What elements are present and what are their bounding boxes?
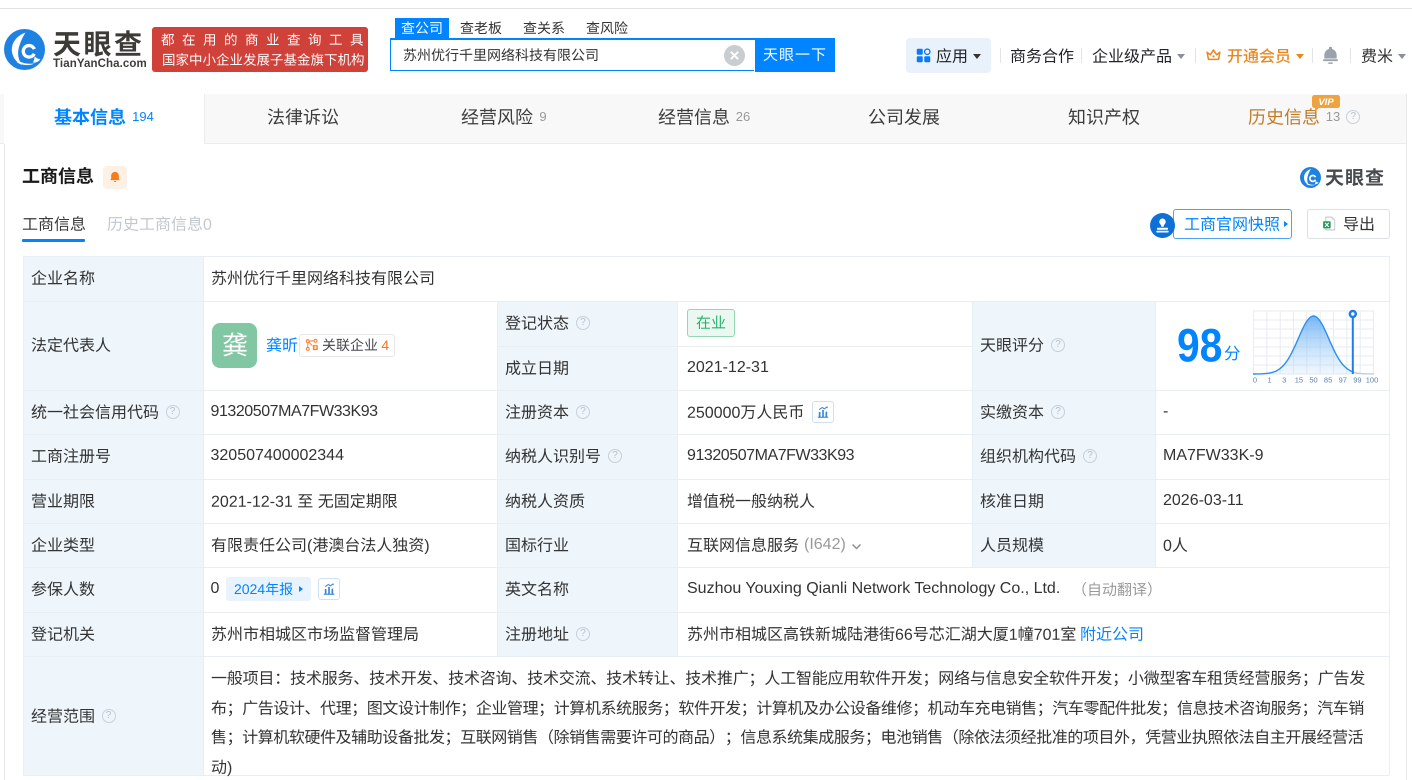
svg-text:1: 1	[1268, 376, 1272, 385]
svg-text:VIP: VIP	[1318, 97, 1334, 108]
svg-text:97: 97	[1339, 376, 1347, 385]
svg-text:0: 0	[1253, 376, 1257, 385]
svg-text:85: 85	[1324, 376, 1332, 385]
svg-text:100: 100	[1366, 376, 1379, 385]
svg-text:3: 3	[1282, 376, 1286, 385]
svg-text:99: 99	[1353, 376, 1361, 385]
svg-text:50: 50	[1309, 376, 1317, 385]
svg-text:15: 15	[1295, 376, 1303, 385]
